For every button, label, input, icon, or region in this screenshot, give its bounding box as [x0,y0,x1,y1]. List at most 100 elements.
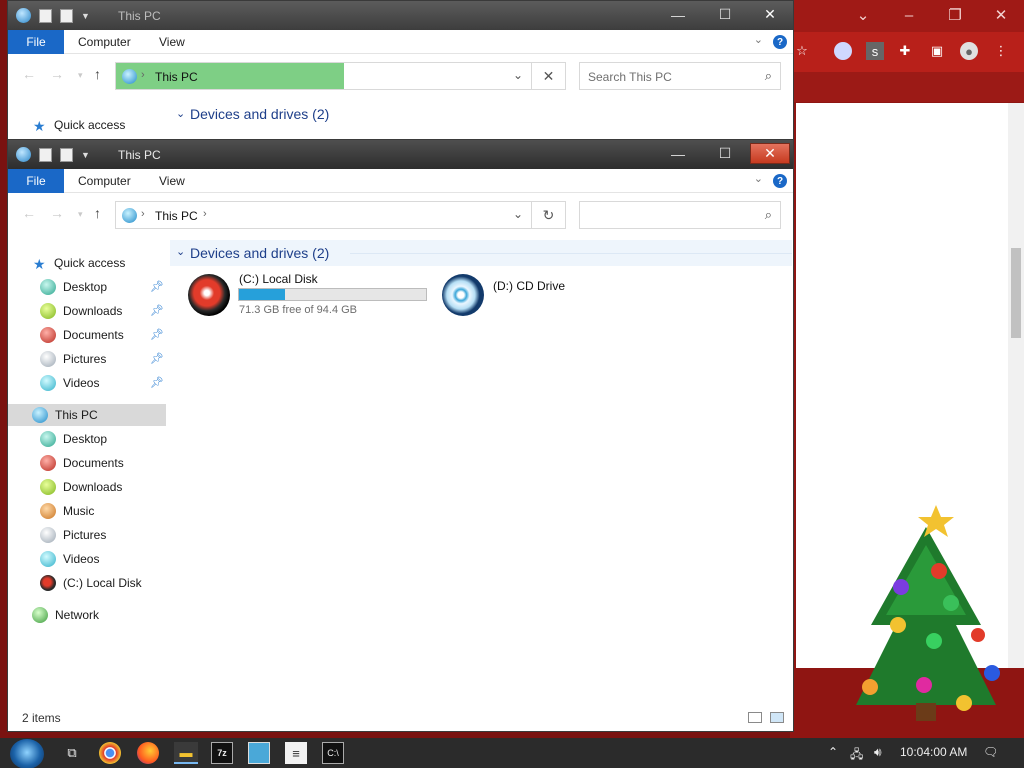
task-view-icon[interactable]: ⧉ [61,742,83,764]
nav-pc-music[interactable]: Music [40,500,166,522]
nav-quick-videos[interactable]: Videos 📌︎ [40,372,166,394]
new-folder-icon[interactable] [60,147,73,162]
7zip-icon[interactable]: 7z [211,742,233,764]
drive-d[interactable]: (D:) CD Drive [442,271,602,321]
window-titlebar[interactable]: ▼ This PC — ☐ ✕ [8,140,793,169]
close-icon[interactable]: ✕ [978,0,1024,30]
tab-computer[interactable]: Computer [78,169,131,193]
chevron-down-icon[interactable]: ▼ [81,150,90,160]
address-bar[interactable]: › This PC › ⌄ ↻ [115,201,566,229]
up-arrow-icon[interactable]: ↑ [94,205,101,221]
up-arrow-icon[interactable]: ↑ [94,66,101,82]
extension-icon[interactable] [834,42,852,60]
recent-locations-icon[interactable]: ▾ [78,70,83,81]
explorer-window-background[interactable]: ▼ This PC — ☐ ✕ File Computer View ⌄ ? ←… [7,0,794,142]
clock[interactable]: 10:04:00 AM [900,745,967,759]
close-button[interactable]: ✕ [750,143,790,164]
nav-pc-videos[interactable]: Videos [40,548,166,570]
chrome-icon[interactable] [99,742,121,764]
nav-quick-downloads[interactable]: Downloads 📌︎ [40,300,166,322]
forward-arrow-icon[interactable]: → [50,66,64,82]
pin-icon[interactable]: 📌︎ [150,280,164,293]
file-explorer-icon[interactable]: ▬ [174,742,198,764]
chevron-down-icon[interactable]: ▼ [81,11,90,21]
back-arrow-icon[interactable]: ← [22,66,36,82]
chevron-up-icon[interactable]: ⌃ [828,745,838,759]
close-button[interactable]: ✕ [750,4,790,25]
notification-icon[interactable]: 🗨︎ [983,745,998,759]
window-titlebar[interactable]: ▼ This PC — ☐ ✕ [8,1,793,30]
recent-locations-icon[interactable]: ▾ [78,209,83,220]
maximize-button[interactable]: ☐ [705,4,745,25]
nav-this-pc[interactable]: This PC [8,404,166,426]
help-icon[interactable]: ? [773,174,787,188]
new-folder-icon[interactable] [60,8,73,23]
group-header[interactable]: ⌄ Devices and drives (2) [170,103,792,125]
explorer-window-this-pc[interactable]: ▼ This PC — ☐ ✕ File Computer View ⌄ ? ←… [7,139,794,732]
chevron-down-icon[interactable]: ⌄ [754,33,763,46]
nav-network[interactable]: Network [32,604,162,626]
drive-c[interactable]: (C:) Local Disk 71.3 GB free of 94.4 GB [188,271,434,321]
browser-scroll-thumb[interactable] [1011,248,1021,338]
minimize-button[interactable]: — [658,4,698,25]
nav-pc-pictures[interactable]: Pictures [40,524,166,546]
group-header[interactable]: ⌄ Devices and drives (2) [170,240,792,266]
videos-icon [40,375,56,391]
tab-view[interactable]: View [159,169,185,193]
address-location[interactable]: This PC [155,209,198,223]
volume-icon[interactable]: 🔊︎ [874,745,882,760]
chevron-right-icon[interactable]: › [203,208,207,220]
pin-icon[interactable]: 📌︎ [150,376,164,389]
details-view-icon[interactable] [748,712,762,723]
chevron-down-icon[interactable]: ⌄ [513,207,523,221]
chevron-down-icon[interactable]: ⌄ [513,68,523,82]
pin-icon[interactable]: 📌︎ [150,304,164,317]
minimize-icon[interactable]: – [886,0,932,30]
sidebar-icon[interactable]: ▣ [928,42,946,60]
pin-icon[interactable]: 📌︎ [150,328,164,341]
start-button[interactable] [10,739,44,768]
forward-arrow-icon[interactable]: → [50,205,64,221]
nav-quick-access[interactable]: ★ Quick access [33,252,163,274]
back-arrow-icon[interactable]: ← [22,205,36,221]
notepad-icon[interactable]: ≡ [285,742,307,764]
tab-file[interactable]: File [8,30,64,54]
nav-pc-documents[interactable]: Documents [40,452,166,474]
nav-quick-desktop[interactable]: Desktop 📌︎ [40,276,166,298]
search-input[interactable]: ⌕ [579,201,781,229]
terminal-icon[interactable]: C:\ [322,742,344,764]
large-icons-view-icon[interactable] [770,712,784,723]
profile-icon[interactable]: ● [960,42,978,60]
firefox-icon[interactable] [137,742,159,764]
nav-pc-desktop[interactable]: Desktop [40,428,166,450]
nav-quick-pictures[interactable]: Pictures 📌︎ [40,348,166,370]
network-tray-icon[interactable]: 🖧︎ [850,745,863,766]
puzzle-icon[interactable]: ✚ [896,42,914,60]
search-input[interactable]: Search This PC ⌕ [579,62,781,90]
chevron-down-icon[interactable]: ⌄ [754,172,763,185]
nav-quick-documents[interactable]: Documents 📌︎ [40,324,166,346]
chevron-down-icon[interactable]: ⌄ [840,0,886,30]
properties-icon[interactable] [39,147,52,162]
menu-icon[interactable]: ⋮ [992,42,1010,60]
star-icon[interactable]: ☆ [793,42,811,60]
browser-scrollbar[interactable] [1008,103,1024,668]
address-location[interactable]: This PC [155,70,198,84]
pin-icon[interactable]: 📌︎ [150,352,164,365]
properties-icon[interactable] [39,8,52,23]
refresh-icon[interactable]: ↻ [531,202,565,228]
maximize-button[interactable]: ☐ [705,143,745,164]
tab-view[interactable]: View [159,30,185,54]
address-bar[interactable]: › This PC ⌄ ✕ [115,62,566,90]
s-extension-icon[interactable]: s [866,42,884,60]
tab-file[interactable]: File [8,169,64,193]
nav-pc-downloads[interactable]: Downloads [40,476,166,498]
clear-icon[interactable]: ✕ [531,63,565,89]
photo-icon[interactable] [248,742,270,764]
nav-pc-local-disk[interactable]: (C:) Local Disk [40,572,166,594]
restore-icon[interactable]: ❐ [932,0,978,30]
tab-computer[interactable]: Computer [78,30,131,54]
nav-quick-access[interactable]: ★ Quick access [33,114,163,136]
minimize-button[interactable]: — [658,143,698,164]
help-icon[interactable]: ? [773,35,787,49]
